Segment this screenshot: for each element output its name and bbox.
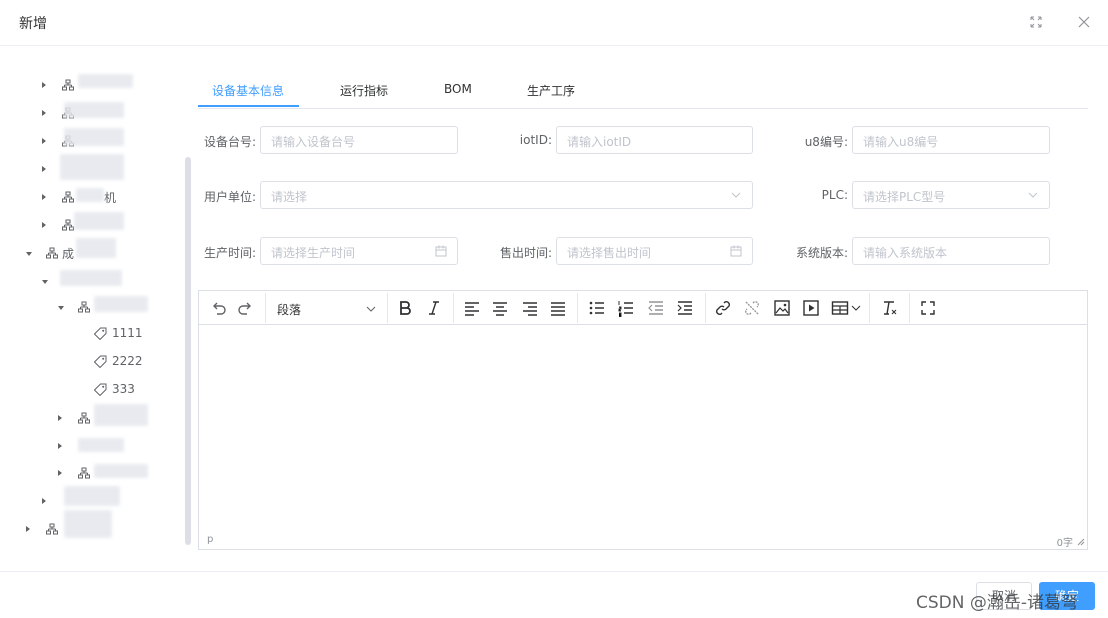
italic-icon[interactable]: [425, 299, 443, 317]
editor-statusbar: p 0字: [199, 533, 1087, 549]
bullet-list-icon[interactable]: [588, 299, 606, 317]
tag-icon: [93, 383, 107, 399]
resize-handle-icon[interactable]: [1075, 536, 1085, 549]
caret-right-icon[interactable]: [42, 138, 46, 144]
device-no-input[interactable]: 请输入设备台号: [260, 126, 458, 154]
element-path: p: [207, 534, 214, 545]
chevron-down-icon[interactable]: [850, 299, 862, 317]
toolbar-divider: [705, 293, 706, 323]
caret-down-icon[interactable]: [26, 252, 32, 256]
org-icon: [46, 247, 58, 262]
outdent-icon[interactable]: [647, 299, 665, 317]
caret-right-icon[interactable]: [26, 526, 30, 532]
active-tab-indicator: [198, 105, 299, 107]
editor-content-area[interactable]: [199, 325, 1087, 533]
video-icon[interactable]: [802, 299, 820, 317]
org-icon: [78, 301, 90, 316]
caret-right-icon[interactable]: [58, 443, 62, 449]
iot-id-input[interactable]: 请输入iotID: [556, 126, 753, 154]
word-count: 0字: [1056, 538, 1073, 549]
sys-version-input[interactable]: 请输入系统版本: [852, 237, 1050, 265]
device-tree: 机 成 1111 2222 333: [0, 46, 185, 546]
tab-bom[interactable]: BOM: [444, 82, 472, 96]
caret-right-icon[interactable]: [42, 82, 46, 88]
align-center-icon[interactable]: [491, 299, 509, 317]
org-icon: [62, 79, 74, 94]
chevron-down-icon: [1027, 188, 1039, 205]
align-left-icon[interactable]: [463, 299, 481, 317]
redo-icon[interactable]: [237, 299, 255, 317]
org-icon: [78, 467, 90, 482]
caret-right-icon[interactable]: [42, 498, 46, 504]
unlink-icon[interactable]: [743, 299, 761, 317]
undo-icon[interactable]: [209, 299, 227, 317]
tag-icon: [93, 327, 107, 343]
clear-format-icon[interactable]: [881, 299, 899, 317]
tree-scrollbar-thumb[interactable]: [185, 157, 191, 545]
bold-icon[interactable]: [396, 299, 414, 317]
tab-run-metrics[interactable]: 运行指标: [340, 82, 388, 99]
caret-right-icon[interactable]: [58, 470, 62, 476]
editor-toolbar: 段落: [199, 291, 1087, 325]
device-no-label: 设备台号:: [203, 135, 256, 149]
dialog-title: 新增: [19, 16, 47, 32]
plc-select[interactable]: 请选择PLC型号: [852, 181, 1050, 209]
calendar-icon: [435, 244, 447, 261]
caret-right-icon[interactable]: [58, 415, 62, 421]
plc-label: PLC:: [821, 188, 848, 202]
block-format-select[interactable]: 段落: [265, 291, 383, 325]
close-icon[interactable]: [1075, 13, 1093, 31]
tab-bar: 设备基本信息 运行指标 BOM 生产工序: [198, 72, 1088, 109]
dialog-header: 新增: [0, 0, 1108, 46]
caret-down-icon[interactable]: [42, 280, 48, 284]
numbered-list-icon[interactable]: [617, 299, 635, 318]
watermark: CSDN @瀚岳-诸葛弩: [916, 593, 1079, 613]
add-dialog: 新增 机 成 1111 2222 333 设备基本信息 运行指标 BOM 生产工…: [0, 0, 1108, 618]
iot-id-label: iotID:: [519, 133, 552, 147]
tab-production-process[interactable]: 生产工序: [527, 82, 575, 99]
org-icon: [46, 523, 58, 538]
user-unit-label: 用户单位:: [203, 190, 256, 204]
toolbar-divider: [453, 293, 454, 323]
table-icon[interactable]: [831, 299, 849, 317]
caret-down-icon[interactable]: [58, 306, 64, 310]
tag-icon: [93, 355, 107, 371]
caret-right-icon[interactable]: [42, 166, 46, 172]
link-icon[interactable]: [714, 299, 732, 317]
align-justify-icon[interactable]: [549, 299, 567, 317]
org-icon: [62, 191, 74, 206]
u8-no-input[interactable]: 请输入u8编号: [852, 126, 1050, 154]
fullscreen-icon[interactable]: [919, 299, 937, 317]
image-icon[interactable]: [773, 299, 791, 317]
u8-no-label: u8编号:: [804, 135, 848, 149]
toolbar-divider: [869, 293, 870, 323]
prod-time-label: 生产时间:: [203, 246, 256, 260]
caret-right-icon[interactable]: [42, 194, 46, 200]
toolbar-divider: [577, 293, 578, 323]
sale-time-label: 售出时间:: [499, 246, 552, 260]
tab-basic-info[interactable]: 设备基本信息: [212, 82, 284, 99]
chevron-down-icon: [730, 188, 742, 205]
org-icon: [78, 412, 90, 427]
toolbar-divider: [909, 293, 910, 323]
org-icon: [62, 219, 74, 234]
caret-right-icon[interactable]: [42, 110, 46, 116]
chevron-down-icon: [365, 301, 377, 320]
prod-time-picker[interactable]: 请选择生产时间: [260, 237, 458, 265]
indent-icon[interactable]: [676, 299, 694, 317]
caret-right-icon[interactable]: [42, 222, 46, 228]
calendar-icon: [730, 244, 742, 261]
align-right-icon[interactable]: [521, 299, 539, 317]
user-unit-select[interactable]: 请选择: [260, 181, 753, 209]
toolbar-divider: [387, 293, 388, 323]
sys-version-label: 系统版本:: [795, 246, 848, 260]
rich-text-editor: 段落 p 0字: [198, 290, 1088, 550]
sale-time-picker[interactable]: 请选择售出时间: [556, 237, 753, 265]
fullscreen-icon[interactable]: [1027, 13, 1045, 31]
